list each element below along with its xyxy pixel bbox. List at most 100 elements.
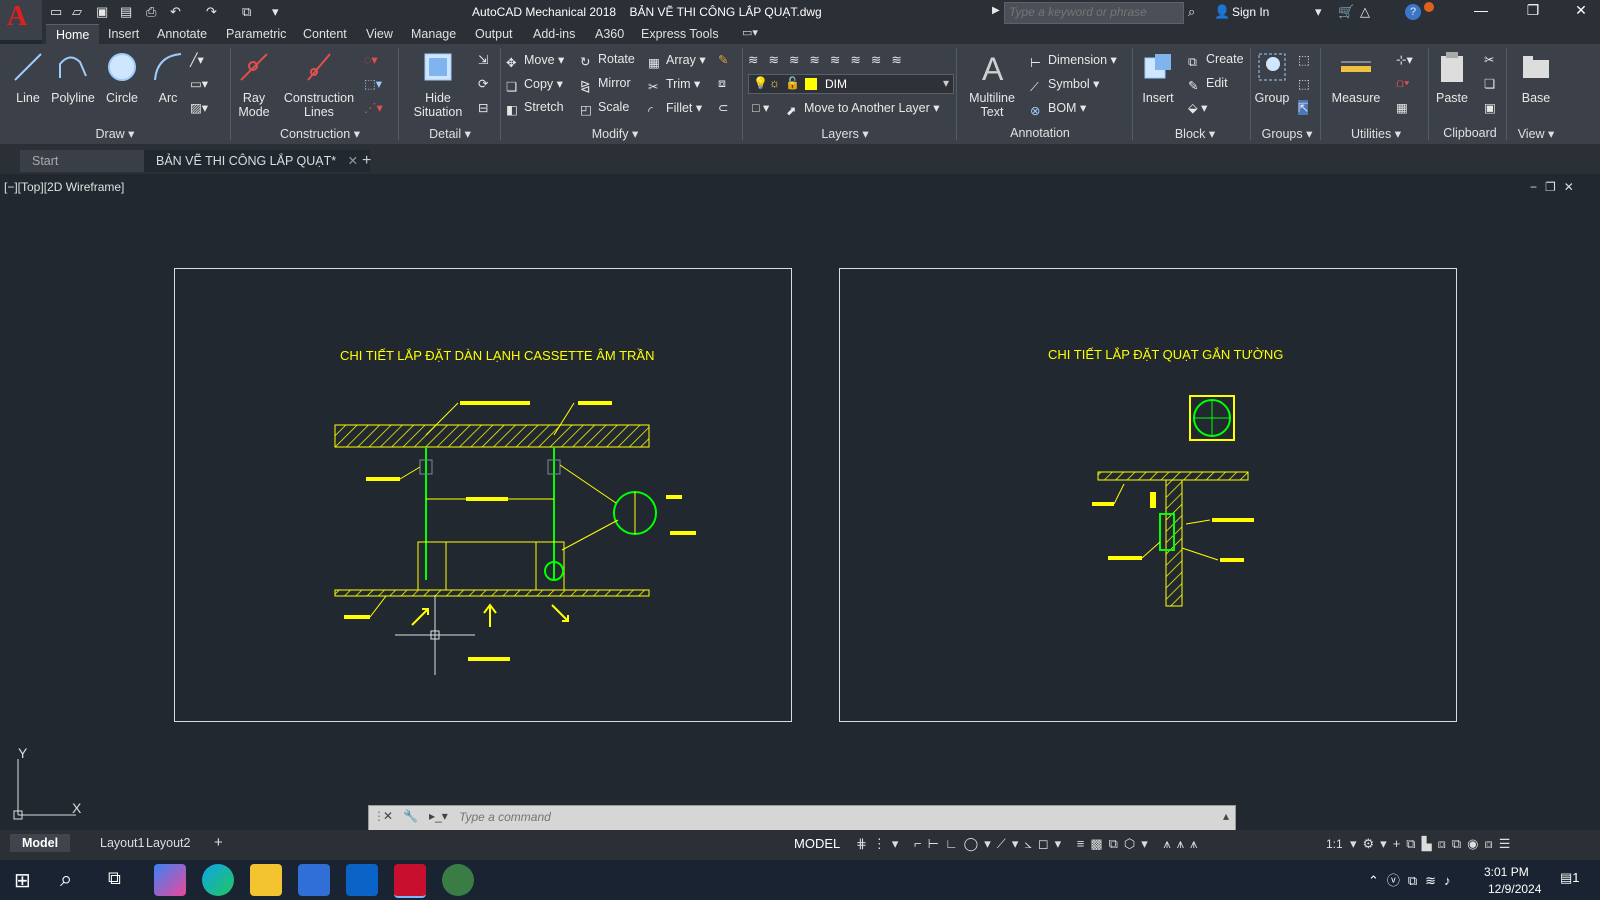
save-icon[interactable]: ▣: [96, 4, 108, 20]
hide-situation-button[interactable]: Hide Situation: [410, 50, 466, 119]
group-button[interactable]: Group: [1252, 50, 1292, 105]
circle-button[interactable]: Circle: [100, 50, 144, 105]
grid-snap-icons[interactable]: ⋕⋮▾ ⌐⊢∟◯▾⟋▾⦣◻▾ ≡▩⧉⬡▾ ⩚⩚⩚: [856, 836, 1203, 852]
save-as-icon[interactable]: ▤: [120, 4, 132, 20]
edge-browser-icon[interactable]: [202, 864, 234, 896]
group-select-icon[interactable]: ⇱: [1298, 100, 1309, 115]
detail-view-icon[interactable]: ⇲: [478, 52, 488, 67]
paint-app-icon[interactable]: [442, 864, 474, 896]
customize-wrench-icon[interactable]: 🔧: [403, 809, 418, 823]
exchange-apps-icon[interactable]: △: [1360, 4, 1370, 20]
layer-color-icon[interactable]: □ ▾: [752, 100, 769, 115]
tab-insert[interactable]: Insert: [108, 27, 139, 41]
share-icon[interactable]: ⧉: [242, 4, 251, 20]
tab-content[interactable]: Content: [303, 27, 347, 41]
command-input[interactable]: [457, 809, 1201, 825]
windows-start-icon[interactable]: ⊞: [14, 868, 31, 893]
utilities-panel-title[interactable]: Utilities ▾: [1326, 126, 1426, 141]
symbol-button[interactable]: ⟋ Symbol ▾: [1030, 76, 1099, 94]
tab-active-drawing[interactable]: BẢN VẼ THI CÔNG LẮP QUẠT* ✕: [144, 150, 371, 172]
new-tab-icon[interactable]: +: [350, 150, 383, 172]
move-button[interactable]: ✥ Move ▾: [506, 52, 564, 70]
minimize-window-icon[interactable]: —: [1466, 2, 1496, 18]
notifications-icon[interactable]: ▤1: [1560, 870, 1580, 886]
copy-clip-icon[interactable]: ❏: [1484, 76, 1495, 91]
block-panel-title[interactable]: Block ▾: [1150, 126, 1240, 141]
annotation-panel-title[interactable]: Annotation: [990, 126, 1090, 140]
layer-dropdown[interactable]: 💡 ☼ 🔓 DIM ▾: [748, 74, 954, 94]
stretch-button[interactable]: ◧ Stretch: [506, 100, 564, 117]
tab-view[interactable]: View: [366, 27, 393, 41]
rotate-button[interactable]: ↻ Rotate: [580, 52, 635, 69]
group-edit-icon[interactable]: ⬚: [1298, 76, 1310, 91]
quick-select-icon[interactable]: ⊹▾: [1396, 52, 1413, 67]
tab-manage[interactable]: Manage: [411, 27, 456, 41]
outlook-icon[interactable]: [346, 864, 378, 896]
construction-lines-button[interactable]: Construction Lines: [280, 50, 358, 119]
help-icon[interactable]: ?: [1405, 4, 1421, 20]
construction-circle-icon[interactable]: ◌▾: [364, 52, 378, 67]
close-command-icon[interactable]: ✕: [383, 809, 393, 823]
search-icon[interactable]: ⌕: [60, 866, 72, 892]
copilot-icon[interactable]: [154, 864, 186, 896]
tab-add-ins[interactable]: Add-ins: [533, 27, 575, 41]
cut-icon[interactable]: ✂: [1484, 52, 1494, 67]
ray-mode-button[interactable]: Ray Mode: [234, 50, 274, 119]
tab-parametric[interactable]: Parametric: [226, 27, 286, 41]
ungroup-icon[interactable]: ⬚: [1298, 52, 1310, 67]
application-menu-button[interactable]: A: [0, 0, 42, 40]
user-icon[interactable]: 👤: [1214, 4, 1230, 20]
rectangle-icon[interactable]: ▭▾: [190, 76, 208, 91]
add-layout-icon[interactable]: +: [202, 834, 235, 852]
tab-home[interactable]: Home: [46, 24, 100, 45]
construction-box-icon[interactable]: ⬚▾: [364, 76, 382, 91]
create-block-button[interactable]: ⧉ Create: [1188, 52, 1244, 69]
autocad-taskbar-icon[interactable]: [394, 864, 426, 898]
detail-section-icon[interactable]: ⊟: [478, 100, 488, 115]
tab-output[interactable]: Output: [475, 27, 513, 41]
command-history-icon[interactable]: ▴: [1223, 809, 1229, 823]
expand-search-icon[interactable]: ▶: [992, 5, 1000, 16]
construction-panel-title[interactable]: Construction ▾: [260, 126, 380, 141]
move-to-layer-button[interactable]: ⬈ Move to Another Layer ▾: [786, 100, 940, 118]
viewport-window-controls[interactable]: −❐✕: [1530, 180, 1582, 194]
modify-panel-title[interactable]: Modify ▾: [560, 126, 670, 141]
multiline-text-button[interactable]: A Multiline Text: [962, 50, 1022, 119]
block-attributes-icon[interactable]: ⬙ ▾: [1188, 100, 1207, 115]
microsoft-store-icon[interactable]: [298, 864, 330, 896]
fillet-button[interactable]: ◜ Fillet ▾: [648, 100, 702, 118]
arc-button[interactable]: Arc: [148, 50, 188, 105]
spline-icon[interactable]: ╱▾: [190, 52, 204, 67]
sign-in-button[interactable]: Sign In: [1232, 5, 1269, 19]
quick-access-dropdown-icon[interactable]: ▾: [272, 4, 279, 20]
dimension-button[interactable]: ⊢ Dimension ▾: [1030, 52, 1117, 70]
file-explorer-icon[interactable]: [250, 864, 282, 896]
system-tray-icons[interactable]: ⌃ⓥ⧉≋♪: [1368, 870, 1459, 889]
model-space-button[interactable]: MODEL: [794, 836, 840, 851]
cassette-detail-drawing[interactable]: [330, 395, 700, 685]
paste-button[interactable]: Paste: [1432, 50, 1472, 105]
hatch-icon[interactable]: ▨▾: [190, 100, 208, 115]
explode-icon[interactable]: ⧈: [718, 76, 726, 91]
close-window-icon[interactable]: ✕: [1566, 2, 1596, 19]
polyline-button[interactable]: Polyline: [50, 50, 96, 105]
groups-panel-title[interactable]: Groups ▾: [1252, 126, 1322, 141]
construction-tools-icon[interactable]: ⋰▾: [364, 100, 383, 115]
cart-icon[interactable]: 🛒: [1338, 4, 1354, 20]
calculator-icon[interactable]: ▦: [1396, 100, 1408, 115]
tab-a360[interactable]: A360: [595, 27, 624, 41]
viewport-controls-label[interactable]: [−][Top][2D Wireframe]: [4, 180, 124, 194]
bom-button[interactable]: ⊗ BOM ▾: [1030, 100, 1086, 118]
recent-commands-icon[interactable]: ▸_▾: [429, 809, 448, 823]
draw-panel-title[interactable]: Draw ▾: [60, 126, 170, 141]
copy-base-icon[interactable]: ▣: [1484, 100, 1496, 115]
copy-button[interactable]: ❏ Copy ▾: [506, 76, 563, 94]
tab-annotate[interactable]: Annotate: [157, 27, 207, 41]
id-point-icon[interactable]: ⩍▾: [1396, 76, 1409, 91]
tab-model[interactable]: Model: [10, 834, 71, 852]
insert-block-button[interactable]: Insert: [1138, 50, 1178, 105]
binoculars-icon[interactable]: ⌕: [1188, 4, 1195, 20]
search-box[interactable]: [1004, 2, 1184, 24]
offset-icon[interactable]: ⊂: [718, 100, 728, 115]
trim-button[interactable]: ✂ Trim ▾: [648, 76, 700, 94]
